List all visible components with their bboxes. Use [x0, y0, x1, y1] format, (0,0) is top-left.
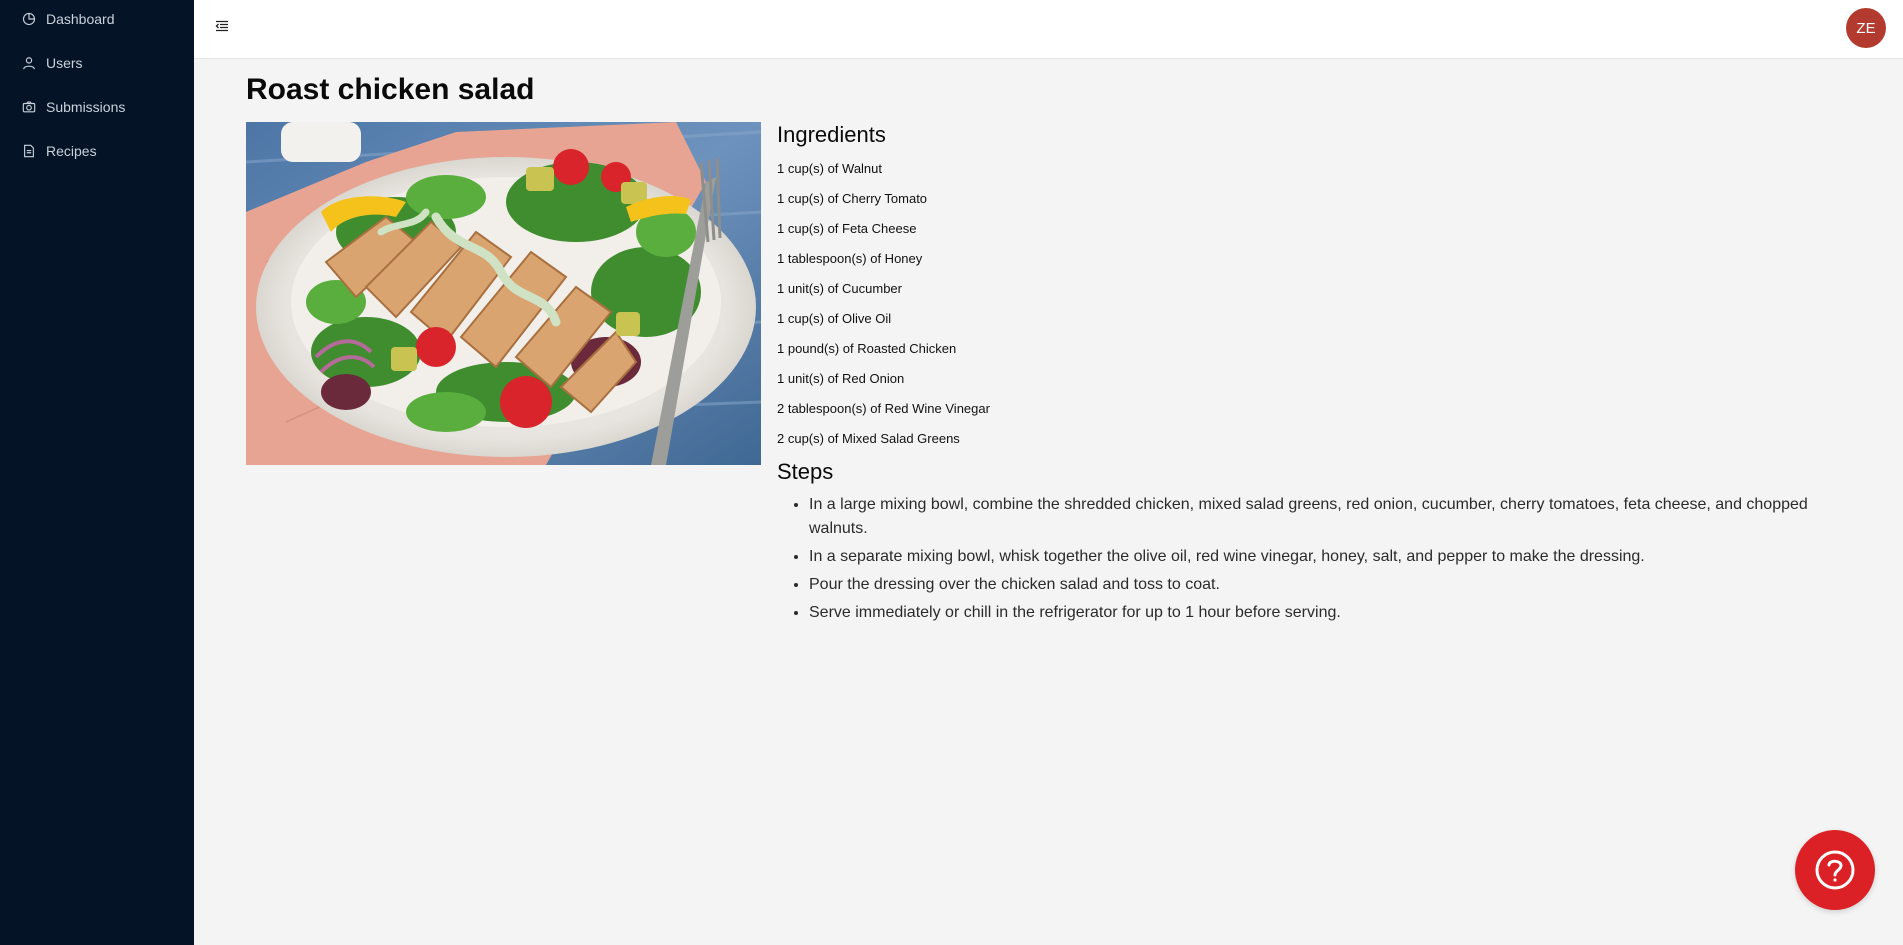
step-item: Serve immediately or chill in the refrig… [809, 601, 1869, 625]
ingredient-item: 1 cup(s) of Walnut [777, 161, 883, 176]
ingredient-item: 2 cup(s) of Mixed Salad Greens [777, 431, 960, 446]
sidebar-item-label: Users [46, 55, 83, 71]
sidebar-item-label: Recipes [46, 143, 97, 159]
steps-list: In a large mixing bowl, combine the shre… [777, 493, 1869, 629]
menu-toggle-icon[interactable] [214, 18, 230, 34]
sidebar-item-label: Dashboard [46, 11, 115, 27]
steps-heading: Steps [777, 459, 834, 484]
ingredient-item: 1 unit(s) of Cucumber [777, 281, 902, 296]
ingredient-item: 1 unit(s) of Red Onion [777, 371, 905, 386]
step-item: Pour the dressing over the chicken salad… [809, 573, 1869, 597]
ingredient-item: 1 cup(s) of Olive Oil [777, 311, 892, 326]
ingredients-list: 1 cup(s) of Walnut 1 cup(s) of Cherry To… [777, 154, 990, 454]
user-icon [22, 56, 36, 70]
ingredients-heading: Ingredients [777, 122, 886, 147]
sidebar-item-recipes[interactable]: Recipes [0, 133, 194, 169]
help-button[interactable] [1795, 830, 1875, 910]
sidebar-item-label: Submissions [46, 99, 126, 115]
sidebar: Dashboard Users Submissions Recipes [0, 0, 194, 945]
step-item: In a large mixing bowl, combine the shre… [809, 493, 1869, 541]
top-bar: ZE [194, 0, 1903, 59]
camera-icon [22, 100, 36, 114]
document-icon [22, 144, 36, 158]
pie-chart-icon [22, 12, 36, 26]
page-title: Roast chicken salad [246, 73, 535, 106]
recipe-image [246, 122, 761, 465]
sidebar-item-dashboard[interactable]: Dashboard [0, 1, 194, 37]
ingredient-item: 1 cup(s) of Feta Cheese [777, 221, 917, 236]
step-item: In a separate mixing bowl, whisk togethe… [809, 545, 1869, 569]
ingredient-item: 1 pound(s) of Roasted Chicken [777, 341, 957, 356]
sidebar-item-users[interactable]: Users [0, 45, 194, 81]
sidebar-item-submissions[interactable]: Submissions [0, 89, 194, 125]
ingredient-item: 2 tablespoon(s) of Red Wine Vinegar [777, 401, 990, 416]
help-icon [1815, 850, 1855, 890]
ingredient-item: 1 cup(s) of Cherry Tomato [777, 191, 928, 206]
ingredient-item: 1 tablespoon(s) of Honey [777, 251, 923, 266]
avatar[interactable]: ZE [1846, 8, 1886, 48]
